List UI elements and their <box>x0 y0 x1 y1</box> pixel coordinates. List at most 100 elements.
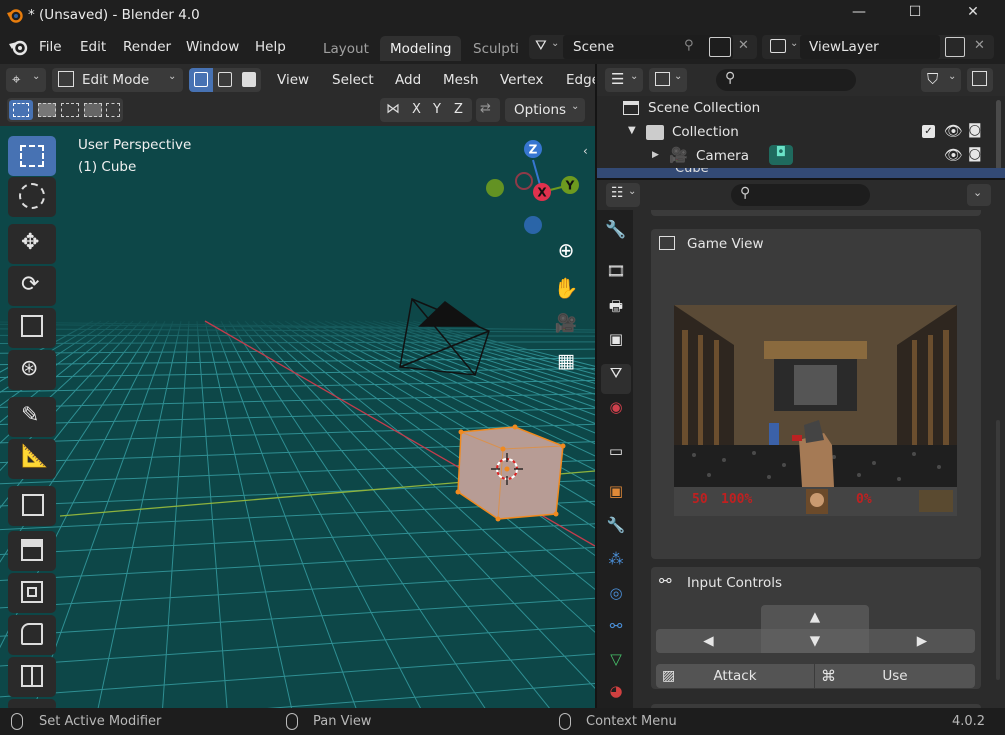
visibility-eye-icon[interactable]: 👁 <box>944 146 963 164</box>
properties-editor-type-button[interactable]: ☷ ⌄ <box>606 183 640 207</box>
tool-scale[interactable] <box>8 308 56 348</box>
workspace-tab-modeling[interactable]: Modeling <box>380 36 462 61</box>
editor-type-button[interactable]: ⌖ ⌄ <box>6 68 46 92</box>
tab-constraints[interactable]: ⚯ <box>601 617 631 647</box>
new-collection-button[interactable] <box>967 68 993 92</box>
tool-measure[interactable]: 📐 <box>8 439 56 479</box>
face-select-button[interactable] <box>237 68 261 92</box>
render-camera-icon[interactable]: ◙ <box>968 122 982 138</box>
expand-arrow-icon[interactable]: ▶ <box>652 150 659 160</box>
select-new-button[interactable] <box>9 100 33 120</box>
minimize-button[interactable]: — <box>836 4 882 26</box>
up-arrow-button[interactable]: ▲ <box>761 605 869 629</box>
filter-button[interactable]: ⛉ ⌄ <box>921 68 961 92</box>
outliner-scene-collection[interactable]: Scene Collection <box>648 100 760 116</box>
tool-add-cube[interactable] <box>8 486 56 526</box>
workspace-tab-sculpting[interactable]: Sculpti <box>463 36 520 61</box>
right-arrow-button[interactable]: ▶ <box>869 629 975 653</box>
tab-physics[interactable]: ◎ <box>601 584 631 614</box>
mode-dropdown[interactable]: Edit Mode ⌄ <box>52 68 183 92</box>
properties-options-button[interactable]: ⌄ <box>967 184 991 206</box>
new-scene-icon[interactable] <box>709 37 731 57</box>
tool-rotate[interactable]: ⟳ <box>8 266 56 306</box>
tab-render[interactable]: 🎞 <box>601 262 631 292</box>
tool-loop-cut[interactable] <box>8 657 56 697</box>
tool-extrude[interactable] <box>8 531 56 571</box>
mirror-y-toggle[interactable]: Y <box>433 102 441 117</box>
tab-object[interactable]: ▣ <box>601 482 631 512</box>
select-subtract-icon[interactable] <box>61 103 79 117</box>
tab-data[interactable]: ▽ <box>601 650 631 680</box>
blender-menu-icon[interactable] <box>8 39 30 56</box>
menu-view[interactable]: View <box>277 72 309 88</box>
tool-bevel[interactable] <box>8 615 56 655</box>
properties-scrollbar[interactable] <box>996 420 1000 680</box>
visibility-eye-icon[interactable]: 👁 <box>944 122 963 140</box>
use-button[interactable]: ⌘ Use <box>815 664 975 688</box>
unlink-scene-icon[interactable]: ✕ <box>738 38 749 53</box>
new-viewlayer-icon[interactable] <box>945 37 965 57</box>
properties-search-input[interactable]: ⚲ <box>731 184 870 206</box>
display-mode-button[interactable]: ⌄ <box>649 68 687 92</box>
menu-add[interactable]: Add <box>395 72 421 88</box>
maximize-button[interactable]: ☐ <box>892 4 938 26</box>
workspace-tab-layout[interactable]: Layout <box>313 36 379 61</box>
tab-scene[interactable]: ⛛ <box>601 364 631 394</box>
outliner-camera[interactable]: Camera <box>696 148 749 164</box>
vertex-select-button[interactable] <box>189 68 213 92</box>
game-view-image[interactable]: 50 100% 0% <box>674 305 957 516</box>
tab-particles[interactable]: ⁂ <box>601 550 631 580</box>
outliner-search-input[interactable]: ⚲ <box>716 69 856 91</box>
down-arrow-button[interactable]: ▼ <box>761 629 869 653</box>
collection-checkbox[interactable]: ✓ <box>922 125 935 138</box>
menu-render[interactable]: Render <box>123 39 171 55</box>
select-intersect-icon[interactable] <box>106 103 120 117</box>
unlink-viewlayer-icon[interactable]: ✕ <box>974 38 985 53</box>
menu-window[interactable]: Window <box>186 39 239 55</box>
mirror-x-toggle[interactable]: X <box>412 102 421 117</box>
pin-icon[interactable]: ⚲ <box>684 38 694 53</box>
menu-mesh[interactable]: Mesh <box>443 72 479 88</box>
tool-select-box[interactable] <box>8 136 56 176</box>
viewlayer-selector[interactable]: ⌄ ViewLayer ✕ <box>762 35 994 59</box>
pan-hand-icon[interactable]: ✋ <box>551 276 581 306</box>
tab-world[interactable]: ◉ <box>601 398 631 428</box>
viewlayer-name[interactable]: ViewLayer <box>809 39 879 55</box>
expand-arrow-icon[interactable]: ▼ <box>628 125 636 136</box>
navigation-gizmo[interactable]: Z Y X <box>480 136 592 236</box>
scene-name[interactable]: Scene <box>573 39 614 55</box>
menu-edge[interactable]: Edge <box>566 72 595 88</box>
tool-transform[interactable]: ⊛ <box>8 350 56 390</box>
select-extend-icon[interactable] <box>38 103 56 117</box>
camera-view-icon[interactable]: 🎥 <box>551 313 581 343</box>
tab-view-layer[interactable]: ▣ <box>601 330 631 360</box>
3d-viewport[interactable]: User Perspective (1) Cube Z Y X ‹ ⊕ ✋ 🎥 … <box>0 126 595 708</box>
options-dropdown[interactable]: Options ⌄ <box>505 98 585 122</box>
menu-vertex[interactable]: Vertex <box>500 72 543 88</box>
outliner-row-cube[interactable]: Cube <box>597 168 1005 178</box>
tool-inset[interactable] <box>8 573 56 613</box>
tab-collection[interactable]: ▭ <box>601 442 631 472</box>
select-invert-icon[interactable] <box>84 103 102 117</box>
tool-cursor[interactable] <box>8 177 56 217</box>
tab-tool[interactable]: 🔧 <box>601 220 631 250</box>
close-button[interactable]: ✕ <box>950 4 996 26</box>
menu-help[interactable]: Help <box>255 39 286 55</box>
scene-selector[interactable]: ⛛ ⌄ Scene ⚲ ✕ <box>529 35 757 59</box>
zoom-icon[interactable]: ⊕ <box>551 238 581 268</box>
menu-select[interactable]: Select <box>332 72 374 88</box>
attack-button[interactable]: ▨ Attack <box>656 664 814 688</box>
left-arrow-button[interactable]: ◀ <box>656 629 761 653</box>
tab-modifiers[interactable]: 🔧 <box>601 516 631 546</box>
mirror-z-toggle[interactable]: Z <box>454 102 463 117</box>
topology-mirror-button[interactable]: ⇄ <box>476 98 500 122</box>
outliner-collection[interactable]: Collection <box>672 124 739 140</box>
tab-output[interactable]: 🖶 <box>601 296 631 326</box>
menu-file[interactable]: File <box>39 39 62 55</box>
tool-move[interactable]: ✥ <box>8 224 56 264</box>
tool-knife[interactable] <box>8 699 56 708</box>
outliner-editor-type-button[interactable]: ☰ ⌄ <box>605 68 643 92</box>
outliner-scrollbar[interactable] <box>996 100 1001 170</box>
edge-select-button[interactable] <box>213 68 237 92</box>
perspective-toggle-icon[interactable]: ▦ <box>551 350 581 380</box>
